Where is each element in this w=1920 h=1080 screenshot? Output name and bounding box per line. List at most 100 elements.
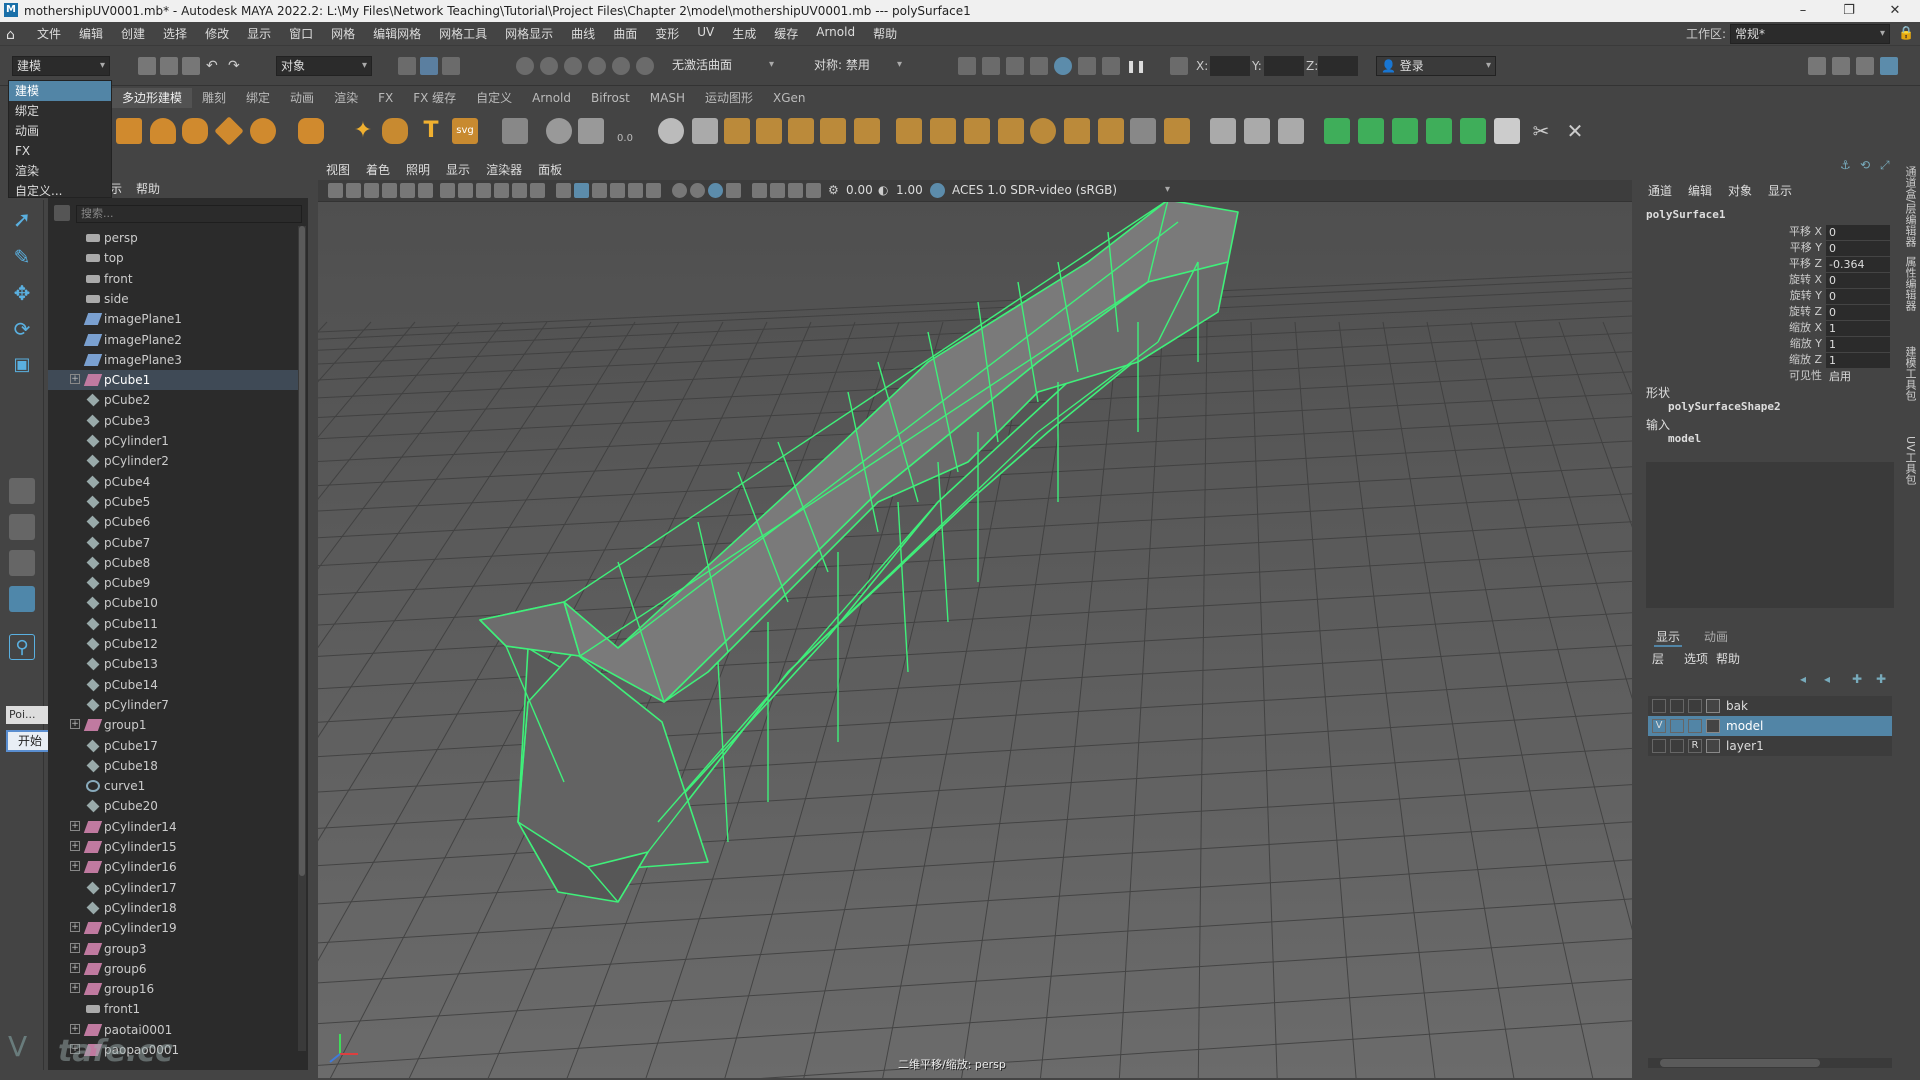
outliner-item-pCylinder17[interactable]: pCylinder17 bbox=[48, 878, 298, 898]
outliner-item-top[interactable]: top bbox=[48, 248, 298, 268]
save-scene-icon[interactable] bbox=[182, 57, 200, 75]
shelf-tab-11[interactable]: 运动图形 bbox=[695, 88, 763, 108]
viewport-menu-4[interactable]: 渲染器 bbox=[478, 161, 530, 178]
outliner-item-pCube18[interactable]: pCube18 bbox=[48, 756, 298, 776]
outliner-item-front[interactable]: front bbox=[48, 269, 298, 289]
textured-icon[interactable] bbox=[610, 183, 625, 198]
lasso-tool-icon[interactable]: ✎ bbox=[9, 244, 35, 270]
toggle-channel-box-icon[interactable] bbox=[1880, 57, 1898, 75]
cut-uv-icon[interactable]: ✂ bbox=[1528, 118, 1554, 144]
menu-item-8[interactable]: 编辑网格 bbox=[364, 25, 430, 42]
outliner-item-pCube2[interactable]: pCube2 bbox=[48, 390, 298, 410]
move-layer-down-icon[interactable]: ◂ bbox=[1824, 672, 1830, 686]
expand-icon[interactable]: + bbox=[70, 820, 80, 831]
outliner-item-pCube4[interactable]: pCube4 bbox=[48, 472, 298, 492]
outliner-item-pCube5[interactable]: pCube5 bbox=[48, 492, 298, 512]
expand-icon[interactable]: + bbox=[70, 983, 80, 994]
menu-item-6[interactable]: 窗口 bbox=[280, 25, 322, 42]
hypershade-icon[interactable] bbox=[1054, 57, 1072, 75]
menu-item-3[interactable]: 选择 bbox=[154, 25, 196, 42]
expand-icon[interactable]: + bbox=[70, 374, 80, 385]
menu-item-10[interactable]: 网格显示 bbox=[496, 25, 562, 42]
mode-menu-item-3[interactable]: FX bbox=[9, 141, 111, 161]
open-scene-icon[interactable] bbox=[160, 57, 178, 75]
channel-label[interactable]: 平移 Z bbox=[1772, 256, 1822, 272]
shelf-tab-3[interactable]: 动画 bbox=[280, 88, 324, 108]
poly-disc-icon[interactable] bbox=[250, 118, 276, 144]
chamfer-icon[interactable] bbox=[964, 118, 990, 144]
search-icon[interactable]: ⚲ bbox=[9, 634, 35, 660]
shelf-tab-8[interactable]: Arnold bbox=[522, 88, 581, 108]
pin-icon[interactable]: ⚓ bbox=[1840, 158, 1854, 172]
exposure-value[interactable]: 0.00 bbox=[846, 183, 873, 197]
outliner-item-imagePlane1[interactable]: imagePlane1 bbox=[48, 309, 298, 329]
layer-playback-toggle[interactable] bbox=[1670, 699, 1684, 713]
channel-value[interactable]: 0 bbox=[1826, 305, 1890, 320]
channel-label[interactable]: 平移 Y bbox=[1772, 240, 1822, 256]
redo-icon[interactable]: ↷ bbox=[228, 57, 246, 75]
uv-automatic-icon[interactable] bbox=[1426, 118, 1452, 144]
scale-tool-icon[interactable]: ▣ bbox=[9, 352, 35, 378]
mode-dropdown[interactable]: 建模 bbox=[12, 56, 110, 76]
move-layer-up-icon[interactable]: ◂ bbox=[1800, 672, 1806, 686]
poly-plane-icon[interactable] bbox=[214, 116, 244, 146]
bevel-icon[interactable] bbox=[788, 118, 814, 144]
ipr-render-icon[interactable] bbox=[1006, 57, 1024, 75]
outliner-item-pCube3[interactable]: pCube3 bbox=[48, 411, 298, 431]
layer-editor-scrollbar[interactable] bbox=[1648, 1058, 1892, 1068]
xray-active-icon[interactable] bbox=[770, 183, 785, 198]
mode-menu-item-2[interactable]: 动画 bbox=[9, 121, 111, 141]
channel-value[interactable]: 1 bbox=[1826, 353, 1890, 368]
viewport-menu-2[interactable]: 照明 bbox=[398, 161, 438, 178]
layer-editor-tab-1[interactable]: 动画 bbox=[1702, 628, 1730, 645]
resolution-gate-icon[interactable] bbox=[476, 183, 491, 198]
render-frame-icon[interactable] bbox=[958, 57, 976, 75]
outliner-item-pCube6[interactable]: pCube6 bbox=[48, 512, 298, 532]
channel-label[interactable]: 旋转 Z bbox=[1772, 304, 1822, 320]
expand-icon[interactable]: + bbox=[70, 942, 80, 953]
object-mode-icon[interactable] bbox=[420, 57, 438, 75]
menu-item-11[interactable]: 曲线 bbox=[562, 25, 604, 42]
outliner-item-pCube1[interactable]: + pCube1 bbox=[48, 370, 298, 391]
outliner-item-imagePlane2[interactable]: imagePlane2 bbox=[48, 330, 298, 350]
pause-icon[interactable]: ❚❚ bbox=[1126, 57, 1146, 75]
live-surface-field[interactable]: 无激活曲面 bbox=[668, 56, 778, 76]
shelf-tab-2[interactable]: 绑定 bbox=[236, 88, 280, 108]
film-gate-icon[interactable] bbox=[458, 183, 473, 198]
maximize-button[interactable]: ❐ bbox=[1826, 0, 1872, 22]
outliner-item-group3[interactable]: + group3 bbox=[48, 939, 298, 959]
viewport-menu-0[interactable]: 视图 bbox=[318, 161, 358, 178]
channel-value[interactable]: 1 bbox=[1826, 337, 1890, 352]
render-sequence-icon[interactable] bbox=[982, 57, 1000, 75]
uv-layout-icon[interactable] bbox=[1494, 118, 1520, 144]
wireframe-on-shaded-icon[interactable] bbox=[592, 183, 607, 198]
menu-item-7[interactable]: 网格 bbox=[322, 25, 364, 42]
channel-label[interactable]: 缩放 Z bbox=[1772, 352, 1822, 368]
start-button[interactable]: 开始 bbox=[6, 730, 54, 752]
layer-editor-menu-0[interactable]: 层 bbox=[1652, 650, 1664, 667]
extrude-icon[interactable] bbox=[724, 118, 750, 144]
home-icon[interactable]: ⌂ bbox=[6, 27, 20, 43]
channel-box-tab-1[interactable]: 编辑 bbox=[1688, 182, 1712, 199]
shelf-tab-6[interactable]: FX 缓存 bbox=[403, 88, 466, 108]
snap-pivot-icon[interactable] bbox=[636, 57, 654, 75]
mirror-icon[interactable] bbox=[692, 118, 718, 144]
expand-icon[interactable]: ⤢ bbox=[1880, 158, 1894, 172]
toggle-attribute-editor-icon[interactable] bbox=[1832, 57, 1850, 75]
arnold-ipr-icon[interactable] bbox=[1102, 57, 1120, 75]
poi-field[interactable]: Poi... bbox=[6, 706, 54, 724]
snap-grid-icon[interactable] bbox=[516, 57, 534, 75]
outliner-item-pCylinder7[interactable]: pCylinder7 bbox=[48, 695, 298, 715]
shelf-tab-1[interactable]: 雕刻 bbox=[192, 88, 236, 108]
quadrangulate-icon[interactable] bbox=[1130, 118, 1156, 144]
lock-icon[interactable]: 🔒 bbox=[1898, 26, 1914, 41]
menu-item-0[interactable]: 文件 bbox=[28, 25, 70, 42]
menu-item-12[interactable]: 曲面 bbox=[604, 25, 646, 42]
poly-cone-icon[interactable] bbox=[150, 118, 176, 144]
layer-row-model[interactable]: Vmodel bbox=[1648, 716, 1892, 736]
exposure-icon[interactable]: ⚙ bbox=[828, 183, 843, 198]
symmetry-dropdown[interactable]: 对称: 禁用 bbox=[810, 56, 906, 76]
snap-surface-icon[interactable] bbox=[612, 57, 630, 75]
poke-icon[interactable] bbox=[998, 118, 1024, 144]
outliner-item-pCylinder15[interactable]: + pCylinder15 bbox=[48, 837, 298, 857]
